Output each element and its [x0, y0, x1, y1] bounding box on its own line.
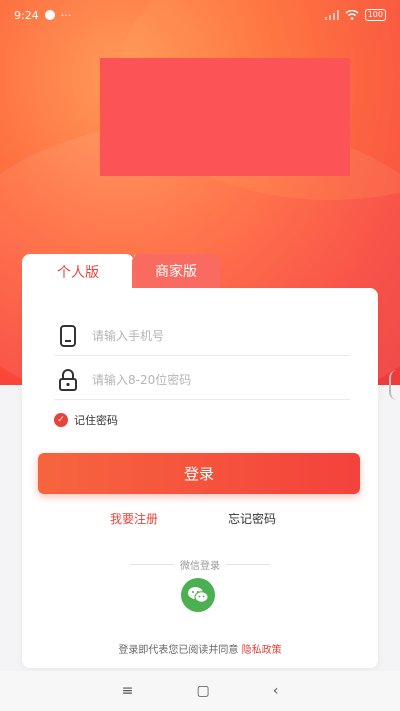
lock-icon — [54, 368, 82, 392]
remember-password[interactable]: ✓ 记住密码 — [54, 412, 118, 428]
social-divider: 微信登录 — [130, 557, 270, 572]
menu-icon[interactable]: ≡ — [122, 683, 134, 699]
privacy-policy-link[interactable]: 隐私政策 — [242, 645, 282, 656]
system-nav-bar: ≡ ▢ ‹ — [0, 671, 400, 711]
tab-personal[interactable]: 个人版 — [22, 254, 148, 290]
wechat-login-label: 微信登录 — [180, 560, 220, 572]
checkbox-checked-icon[interactable]: ✓ — [54, 413, 68, 427]
wifi-icon — [345, 10, 359, 20]
login-button[interactable]: 登录 — [38, 453, 360, 494]
status-more: ··· — [60, 8, 72, 22]
password-field — [54, 360, 350, 400]
wechat-login-button[interactable] — [181, 578, 215, 612]
password-input[interactable] — [92, 372, 312, 387]
agreement-label: 登录即代表您已阅读并同意 — [118, 645, 239, 656]
phone-field — [54, 316, 350, 356]
notification-icon — [44, 10, 55, 20]
divider-line — [130, 563, 174, 565]
forgot-password-link[interactable]: 忘记密码 — [228, 510, 276, 527]
banner-image — [100, 58, 350, 176]
back-icon[interactable]: ‹ — [273, 683, 279, 699]
home-icon[interactable]: ▢ — [196, 683, 209, 699]
agreement-text: 登录即代表您已阅读并同意 隐私政策 — [22, 641, 378, 656]
divider-line — [226, 563, 270, 565]
phone-input[interactable] — [92, 328, 312, 343]
status-right: 100 — [324, 9, 386, 21]
battery-icon: 100 — [364, 9, 386, 21]
remember-label: 记住密码 — [74, 414, 118, 427]
tab-business[interactable]: 商家版 — [132, 254, 220, 288]
register-link[interactable]: 我要注册 — [110, 510, 158, 527]
signal-icon — [324, 10, 339, 20]
status-bar: 9:24 ··· 100 — [0, 0, 400, 30]
side-drag-handle[interactable] — [389, 370, 397, 400]
phone-icon — [54, 324, 82, 348]
wechat-icon — [188, 587, 209, 603]
status-left: 9:24 ··· — [14, 9, 71, 22]
status-time: 9:24 — [14, 8, 39, 22]
